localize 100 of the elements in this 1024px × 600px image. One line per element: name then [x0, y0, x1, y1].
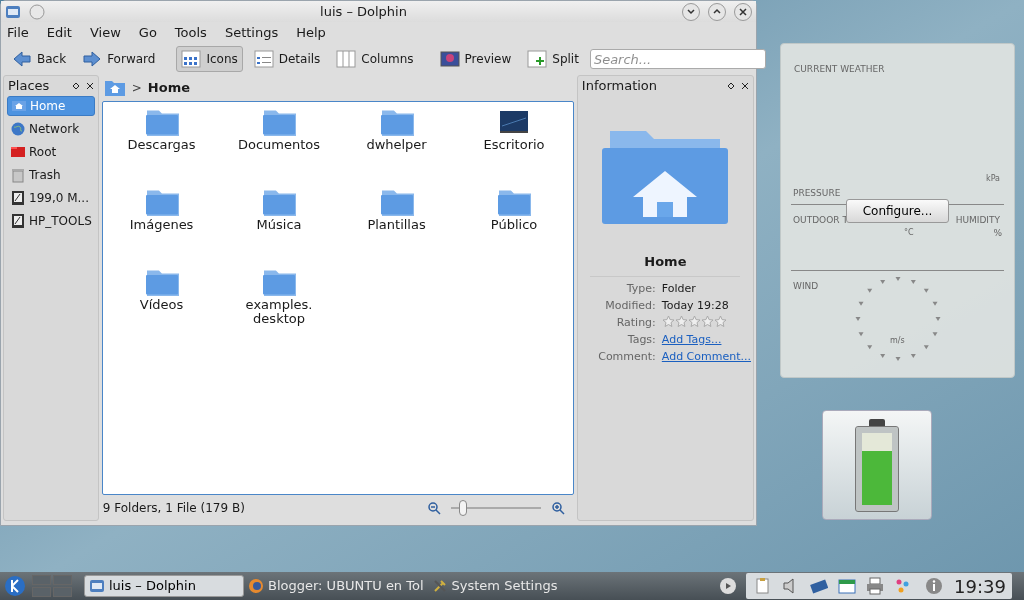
file-name[interactable]: Música	[256, 218, 302, 232]
star-icon	[687, 314, 701, 328]
globe-icon	[248, 578, 264, 594]
clock: 19:39	[954, 574, 1006, 599]
star-icon	[713, 314, 727, 328]
menu-item[interactable]: View	[89, 23, 121, 43]
toolbar-button[interactable]: Forward	[77, 46, 161, 73]
expand-button[interactable]	[720, 578, 736, 594]
clipboard-icon	[754, 577, 772, 595]
float-icon	[71, 82, 80, 90]
menu-item[interactable]: Tools	[174, 23, 207, 43]
humidity-label: HUMIDITY	[955, 214, 1000, 227]
back-arrow-icon	[12, 49, 32, 70]
place-item[interactable]: Trash	[7, 165, 95, 185]
menu-item[interactable]: File	[7, 23, 29, 43]
task-button[interactable]: luis – Dolphin	[84, 575, 244, 597]
item-name: Home	[644, 253, 687, 271]
menu-item[interactable]: Go	[138, 23, 157, 43]
details-view-icon	[253, 49, 274, 70]
window-title: luis – Dolphin	[319, 2, 408, 21]
field-label: Type:	[625, 280, 656, 296]
toolbar-button[interactable]: Preview	[434, 46, 517, 73]
file-name[interactable]: Descargas	[127, 138, 196, 152]
star-icon	[661, 314, 675, 328]
field-label: Modified:	[604, 297, 656, 313]
info-icon	[925, 577, 943, 595]
breadcrumb-separator: >	[131, 80, 142, 97]
file-name[interactable]: Plantillas	[367, 218, 426, 232]
field-label: Tags:	[626, 331, 656, 347]
breadcrumb-item[interactable]: Home	[147, 78, 191, 98]
configure-button[interactable]: Configure...	[846, 199, 949, 223]
maximize-button[interactable]	[708, 2, 726, 21]
field-label: Comment:	[597, 348, 656, 364]
wrench-icon	[431, 578, 448, 594]
star-icon	[674, 314, 688, 328]
close-icon	[85, 82, 94, 90]
place-item[interactable]: HP_TOOLS	[7, 211, 95, 231]
columns-view-icon	[336, 49, 357, 70]
icons-view-icon	[181, 49, 202, 70]
info-button[interactable]	[924, 576, 944, 596]
close-icon	[737, 5, 749, 18]
toolbar-button[interactable]: Details	[248, 46, 326, 73]
wind-label: WIND	[793, 280, 819, 293]
toolbar-button[interactable]: Columns	[331, 46, 419, 73]
search-field[interactable]: Search...	[589, 49, 766, 70]
preview-view-icon	[439, 49, 460, 70]
task-button[interactable]: System Settings	[427, 575, 562, 597]
status-text: 9 Folders, 1 File (179 B)	[102, 500, 246, 517]
place-item[interactable]: Network	[7, 119, 95, 139]
close-button[interactable]	[734, 2, 752, 21]
root-icon	[10, 144, 26, 160]
forward-arrow-icon	[82, 49, 103, 70]
zoom-out-icon	[426, 501, 441, 515]
unit-label: m/s	[890, 335, 905, 347]
field-value: Today 19:28	[661, 297, 730, 313]
place-item[interactable]: Root	[7, 142, 95, 162]
home-icon	[11, 98, 27, 114]
unit-label: %	[993, 227, 1002, 240]
drive-icon	[10, 213, 26, 229]
menu-item[interactable]: Edit	[46, 23, 72, 43]
close-icon	[741, 82, 749, 90]
panel-title: Information	[581, 77, 659, 96]
home-folder-icon	[103, 79, 126, 97]
menu-item[interactable]: Help	[296, 23, 326, 43]
file-name[interactable]: Público	[490, 218, 538, 232]
file-name[interactable]: Documentos	[238, 138, 321, 152]
zoom-slider-handle[interactable]	[459, 500, 467, 516]
task-button[interactable]: Blogger: UBUNTU en Tol	[244, 575, 428, 597]
unit-label: kPa	[986, 173, 1000, 185]
place-item[interactable]: 199,0 M...	[7, 188, 95, 208]
float-icon	[727, 82, 735, 90]
unit-label: °C	[904, 227, 914, 239]
star-icon	[700, 314, 714, 328]
triangle-icon	[724, 582, 732, 590]
toolbar-button[interactable]: Split	[522, 46, 584, 73]
add-link[interactable]: Add Tags...	[661, 331, 751, 347]
file-name[interactable]: Imágenes	[129, 218, 194, 232]
menu-item[interactable]: Settings	[224, 23, 279, 43]
file-name[interactable]: Vídeos	[139, 298, 184, 312]
file-name[interactable]: examples. desktop	[245, 298, 313, 326]
field-label: Rating:	[615, 314, 656, 330]
minimize-button[interactable]	[682, 2, 700, 21]
panel-title: Places	[8, 77, 51, 96]
tray-button[interactable]	[864, 575, 886, 597]
split-view-icon	[527, 49, 548, 70]
file-name[interactable]: Escritorio	[483, 138, 545, 152]
toolbar-button[interactable]: Back	[7, 46, 72, 73]
field-value: Folder	[661, 280, 697, 296]
app-icon	[5, 3, 21, 20]
add-link[interactable]: Add Comment...	[661, 348, 751, 364]
network-icon	[10, 121, 26, 137]
zoom-in-icon	[550, 501, 565, 515]
window-icon	[89, 578, 105, 594]
drive-icon	[10, 190, 26, 206]
printer-icon	[866, 577, 884, 595]
trash-icon	[10, 167, 26, 183]
toolbar-button[interactable]: Icons	[176, 46, 243, 73]
calendar-icon	[838, 577, 856, 595]
widget-title: CURRENT WEATHER	[794, 63, 885, 76]
file-name[interactable]: dwhelper	[366, 138, 427, 152]
